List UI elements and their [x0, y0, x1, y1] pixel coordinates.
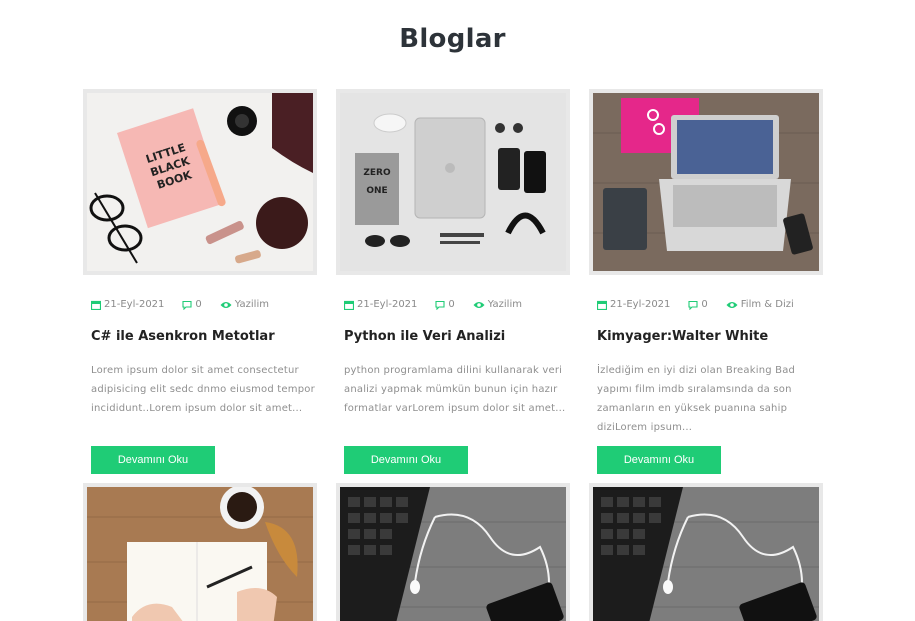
post-meta: 21-Eyl-2021 0 Yazilim — [91, 299, 269, 310]
post-title[interactable]: C# ile Asenkron Metotlar — [91, 329, 321, 344]
calendar-icon — [597, 300, 607, 310]
svg-text:ONE: ONE — [366, 186, 387, 196]
eye-icon — [726, 301, 738, 308]
comment-icon — [182, 300, 192, 310]
read-more-button[interactable]: Devamını Oku — [344, 446, 468, 474]
post-excerpt: python programlama dilini kullanarak ver… — [344, 365, 566, 414]
post-category[interactable]: Film & Dizi — [726, 299, 794, 310]
calendar-icon — [344, 300, 354, 310]
post-comments[interactable]: 0 — [435, 299, 455, 310]
keyboard-earphones-photo — [593, 487, 819, 621]
calendar-icon — [91, 300, 101, 310]
post-category[interactable]: Yazilim — [473, 299, 522, 310]
post-meta: 21-Eyl-2021 0 Film & Dizi — [597, 299, 794, 310]
post-category[interactable]: Yazilim — [220, 299, 269, 310]
blog-card-4 — [83, 483, 317, 621]
post-excerpt: İzlediğim en iyi dizi olan Breaking Bad … — [597, 365, 796, 433]
notebook-coffee-photo — [87, 487, 313, 621]
blog-card-2: ZERO ONE 21-Eyl-2021 0 Yazilim Python il… — [336, 89, 570, 474]
post-date: 21-Eyl-2021 — [91, 299, 164, 310]
comment-icon — [688, 300, 698, 310]
desk-flatlay-photo: LITTLE BLACK BOOK — [87, 93, 313, 271]
eye-icon — [473, 301, 485, 308]
blog-card-image[interactable]: ZERO ONE — [336, 89, 570, 275]
post-comments[interactable]: 0 — [688, 299, 708, 310]
svg-text:ZERO: ZERO — [363, 168, 391, 178]
blog-card-3: 21-Eyl-2021 0 Film & Dizi Kimyager:Walte… — [589, 89, 823, 474]
eye-icon — [220, 301, 232, 308]
blog-card-image[interactable] — [589, 483, 823, 621]
page-title: Bloglar — [399, 24, 506, 54]
blog-card-5 — [336, 483, 570, 621]
post-date: 21-Eyl-2021 — [597, 299, 670, 310]
blog-card-image[interactable] — [589, 89, 823, 275]
comment-icon — [435, 300, 445, 310]
post-date: 21-Eyl-2021 — [344, 299, 417, 310]
post-excerpt: Lorem ipsum dolor sit amet consectetur a… — [91, 365, 315, 414]
post-title[interactable]: Python ile Veri Analizi — [344, 329, 574, 344]
keyboard-earphones-photo — [340, 487, 566, 621]
blog-card-image[interactable] — [336, 483, 570, 621]
post-title[interactable]: Kimyager:Walter White — [597, 329, 827, 344]
blog-card-image[interactable]: LITTLE BLACK BOOK — [83, 89, 317, 275]
post-comments[interactable]: 0 — [182, 299, 202, 310]
laptop-flatlay-photo: ZERO ONE — [340, 93, 566, 271]
laptop-wood-desk-photo — [593, 93, 819, 271]
post-meta: 21-Eyl-2021 0 Yazilim — [344, 299, 522, 310]
blog-card-image[interactable] — [83, 483, 317, 621]
read-more-button[interactable]: Devamını Oku — [597, 446, 721, 474]
read-more-button[interactable]: Devamını Oku — [91, 446, 215, 474]
blog-card-1: LITTLE BLACK BOOK 21-Eyl-2021 0 Yazilim … — [83, 89, 317, 474]
blog-card-6 — [589, 483, 823, 621]
